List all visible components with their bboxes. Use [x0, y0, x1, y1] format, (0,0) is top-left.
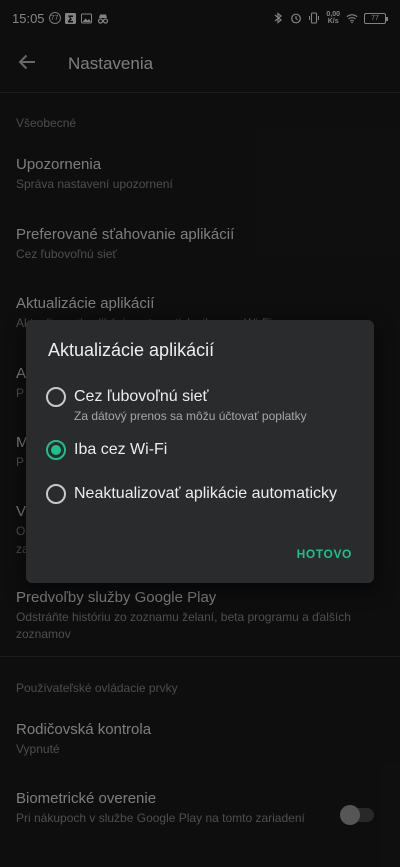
option-label: Iba cez Wi-Fi: [74, 441, 168, 458]
radio-button[interactable]: [46, 387, 66, 407]
option-label: Neaktualizovať aplikácie automaticky: [74, 485, 338, 502]
app-updates-dialog: Aktualizácie aplikácií Cez ľubovoľnú sie…: [26, 320, 374, 583]
radio-button-selected[interactable]: [46, 440, 66, 460]
option-wifi-only[interactable]: Iba cez Wi-Fi: [46, 439, 366, 461]
option-sublabel: Za dátový prenos sa môžu účtovať poplatk…: [74, 409, 307, 423]
option-no-auto-update[interactable]: Neaktualizovať aplikácie automaticky: [46, 483, 366, 505]
option-any-network[interactable]: Cez ľubovoľnú sieť Za dátový prenos sa m…: [46, 386, 366, 424]
done-button[interactable]: HOTOVO: [297, 547, 352, 561]
radio-button[interactable]: [46, 484, 66, 504]
option-label: Cez ľubovoľnú sieť: [74, 388, 209, 405]
dialog-title: Aktualizácie aplikácií: [48, 340, 215, 360]
